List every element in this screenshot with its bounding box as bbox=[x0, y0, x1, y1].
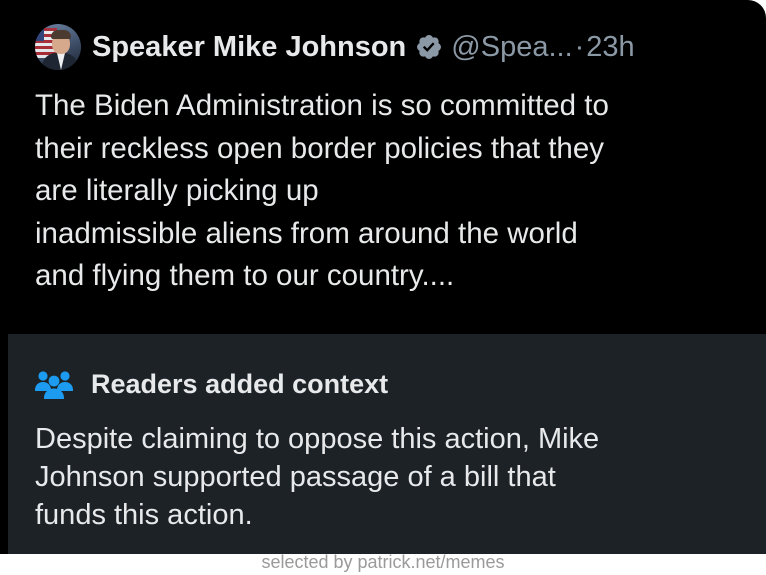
people-icon bbox=[35, 371, 73, 399]
author-handle[interactable]: @Spea... bbox=[451, 31, 572, 64]
tweet-text-line: inadmissible aliens from around the worl… bbox=[35, 216, 578, 250]
dot-separator: · bbox=[574, 30, 585, 63]
tweet-card: Speaker Mike Johnson @Spea... · 23h The … bbox=[0, 0, 766, 554]
tweet-text-line: are literally picking up bbox=[35, 174, 319, 207]
tweet-text-line: The Biden Administration is so committed… bbox=[35, 89, 609, 122]
tweet-text-line: and flying them to our country.... bbox=[35, 259, 455, 292]
context-text-line: Despite claiming to oppose this action, … bbox=[35, 423, 600, 455]
context-title: Readers added context bbox=[91, 368, 389, 399]
tweet-text: The Biden Administration is so committed… bbox=[35, 85, 735, 298]
verified-badge-icon bbox=[417, 35, 442, 59]
tweet-text-line: their reckless open border policies that… bbox=[35, 131, 604, 165]
readers-context-note[interactable]: Readers added context Despite claiming t… bbox=[8, 334, 766, 554]
tweet-header: Speaker Mike Johnson @Spea... · 23h bbox=[92, 22, 635, 72]
timestamp[interactable]: 23h bbox=[586, 31, 634, 64]
context-text: Despite claiming to oppose this action, … bbox=[35, 420, 755, 534]
hair-graphic bbox=[51, 30, 71, 39]
context-text-line: funds this action. bbox=[35, 499, 253, 531]
context-text-line: Johnson supported passage of a bill that bbox=[35, 461, 556, 493]
avatar[interactable] bbox=[35, 24, 81, 70]
tweet[interactable]: Speaker Mike Johnson @Spea... · 23h The … bbox=[0, 0, 766, 333]
context-header: Readers added context bbox=[34, 367, 388, 401]
watermark: selected by patrick.net/memes bbox=[261, 552, 505, 572]
author-name[interactable]: Speaker Mike Johnson bbox=[92, 31, 406, 64]
